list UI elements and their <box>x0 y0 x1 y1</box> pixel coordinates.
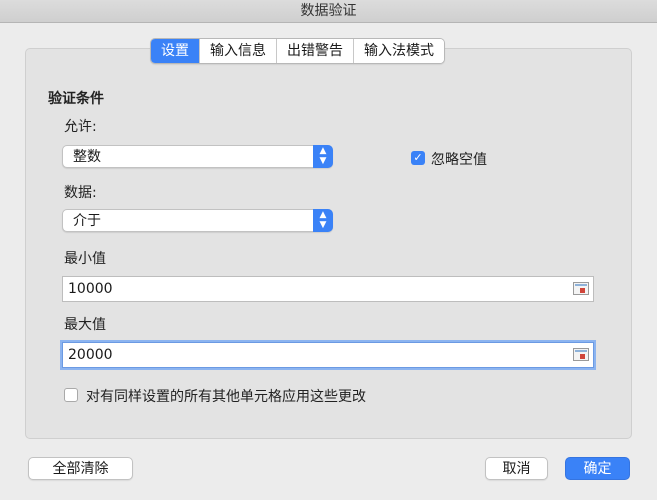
maximum-input[interactable]: 20000 <box>62 342 594 368</box>
range-select-icon[interactable] <box>573 348 589 361</box>
minimum-label: 最小值 <box>64 251 106 267</box>
ignore-blank-checkbox[interactable]: ✓ <box>411 151 425 165</box>
cancel-button[interactable]: 取消 <box>485 457 548 480</box>
ok-button[interactable]: 确定 <box>565 457 630 480</box>
tab-settings[interactable]: 设置 <box>151 39 200 63</box>
validation-criteria-heading: 验证条件 <box>48 91 104 107</box>
tab-input-message[interactable]: 输入信息 <box>200 39 277 63</box>
tab-error-alert[interactable]: 出错警告 <box>277 39 354 63</box>
data-value: 介于 <box>73 213 101 229</box>
clear-all-button[interactable]: 全部清除 <box>28 457 133 480</box>
ignore-blank-label: 忽略空值 <box>431 152 487 168</box>
allow-value: 整数 <box>73 149 101 165</box>
settings-panel <box>25 48 632 439</box>
window-title: 数据验证 <box>0 0 657 23</box>
allow-label: 允许: <box>64 119 97 135</box>
allow-select[interactable]: 整数 ▲ ▼ <box>62 145 333 168</box>
minimum-value: 10000 <box>68 281 113 297</box>
data-select[interactable]: 介于 ▲ ▼ <box>62 209 333 232</box>
tab-input-method[interactable]: 输入法模式 <box>354 39 444 63</box>
maximum-value: 20000 <box>68 347 113 363</box>
data-label: 数据: <box>64 185 97 201</box>
tab-bar: 设置 输入信息 出错警告 输入法模式 <box>150 38 445 64</box>
apply-all-checkbox[interactable] <box>64 388 78 402</box>
chevron-updown-icon: ▲ ▼ <box>313 145 333 168</box>
minimum-input[interactable]: 10000 <box>62 276 594 302</box>
chevron-updown-icon: ▲ ▼ <box>313 209 333 232</box>
apply-all-label: 对有同样设置的所有其他单元格应用这些更改 <box>86 389 366 405</box>
range-select-icon[interactable] <box>573 282 589 295</box>
maximum-label: 最大值 <box>64 317 106 333</box>
